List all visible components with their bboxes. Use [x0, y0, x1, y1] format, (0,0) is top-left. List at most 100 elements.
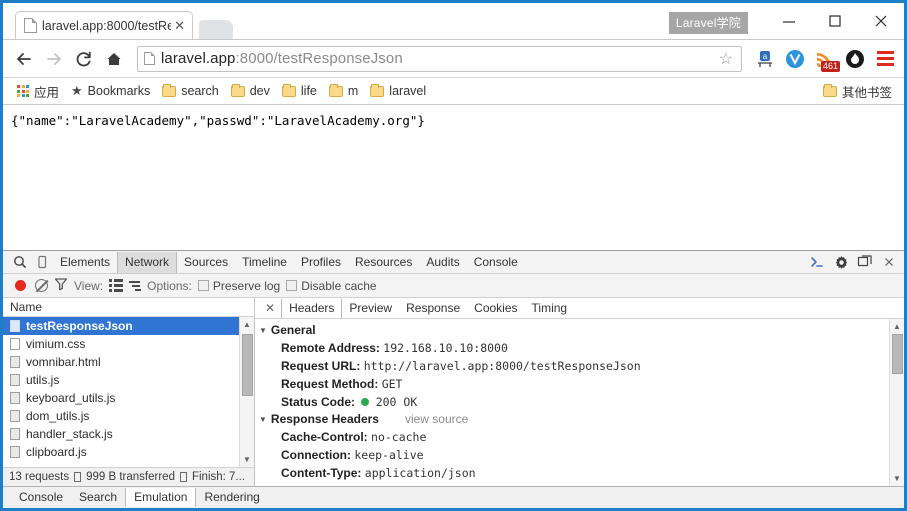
devtools-tab-resources[interactable]: Resources — [348, 252, 419, 273]
tab-close-icon[interactable]: ✕ — [171, 19, 188, 32]
options-label: Options: — [147, 278, 192, 293]
response-headers-section-header[interactable]: ▼ Response Headers view source — [259, 411, 889, 428]
bookmark-item-search[interactable]: search — [156, 82, 225, 100]
forward-icon[interactable] — [39, 44, 69, 74]
devtools-close-icon[interactable] — [878, 252, 900, 273]
clear-requests-icon[interactable] — [35, 279, 48, 292]
bookmark-star-icon[interactable]: ☆ — [715, 49, 737, 69]
vimium-extension-icon[interactable] — [782, 46, 808, 72]
inspect-element-icon[interactable] — [9, 252, 31, 273]
checkbox-icon — [286, 280, 298, 291]
devtools-settings-gear-icon[interactable] — [830, 252, 852, 273]
browser-toolbar: laravel.app:8000/testResponseJson ☆ a 46… — [3, 39, 904, 77]
network-summary-bar: 13 requests 999 B transferred Finish: 7.… — [3, 467, 254, 486]
details-tab-timing[interactable]: Timing — [525, 299, 575, 318]
devtools-tab-timeline[interactable]: Timeline — [235, 252, 294, 273]
preserve-log-checkbox[interactable]: Preserve log — [197, 279, 280, 293]
request-name: keyboard_utils.js — [26, 391, 116, 405]
status-ok-dot-icon — [361, 398, 370, 406]
device-mode-icon[interactable] — [31, 252, 53, 273]
dictionary-extension-icon[interactable]: a — [752, 46, 778, 72]
devtools-tab-profiles[interactable]: Profiles — [294, 252, 348, 273]
scrollbar-thumb[interactable] — [891, 334, 903, 374]
rss-extension-icon[interactable]: 461 — [812, 46, 840, 72]
drawer-tab-console[interactable]: Console — [11, 488, 71, 507]
scrollbar-track[interactable] — [240, 332, 255, 452]
table-row[interactable]: handler_stack.js — [3, 425, 239, 443]
view-list-icon[interactable] — [109, 279, 124, 292]
network-column-header-name[interactable]: Name — [3, 298, 254, 317]
devtools-tab-elements[interactable]: Elements — [53, 252, 117, 273]
headers-content: ▼ General Remote Address: 192.168.10.10:… — [255, 319, 889, 486]
table-row[interactable]: vomnibar.html — [3, 353, 239, 371]
apps-shortcut[interactable]: 应用 — [11, 80, 65, 103]
toggle-console-icon[interactable] — [806, 252, 828, 273]
maximize-button[interactable] — [812, 6, 858, 36]
record-button-icon[interactable] — [15, 280, 26, 291]
bookmark-item-bookmarks[interactable]: ★ Bookmarks — [65, 81, 156, 101]
devtools-tab-audits[interactable]: Audits — [419, 252, 466, 273]
scroll-up-icon[interactable]: ▲ — [890, 319, 905, 334]
drawer-tab-emulation[interactable]: Emulation — [125, 488, 197, 507]
table-row[interactable]: clipboard.js — [3, 443, 239, 461]
back-icon[interactable] — [9, 44, 39, 74]
scroll-up-icon[interactable]: ▲ — [240, 317, 255, 332]
header-value: 192.168.10.10:8000 — [383, 341, 508, 355]
bookmark-item-life[interactable]: life — [276, 82, 323, 100]
disable-cache-checkbox[interactable]: Disable cache — [286, 279, 377, 293]
browser-tab[interactable]: laravel.app:8000/testRe: ✕ — [15, 11, 193, 39]
bookmarks-bar: 应用 ★ Bookmarks search dev life m laravel — [3, 77, 904, 105]
general-section-header[interactable]: ▼ General — [259, 322, 889, 339]
other-bookmarks-button[interactable]: 其他书签 — [817, 80, 898, 103]
scroll-down-icon[interactable]: ▼ — [890, 471, 905, 486]
chrome-menu-icon[interactable] — [872, 46, 898, 72]
home-icon[interactable] — [99, 44, 129, 74]
request-name: testResponseJson — [26, 319, 133, 333]
devtools-drawer-tabbar: Console Search Emulation Rendering — [3, 486, 904, 508]
close-button[interactable] — [858, 6, 904, 36]
table-row[interactable]: testResponseJson — [3, 317, 239, 335]
devtools-tab-sources[interactable]: Sources — [177, 252, 235, 273]
bookmark-item-laravel[interactable]: laravel — [364, 82, 432, 100]
details-tab-headers[interactable]: Headers — [281, 298, 343, 318]
folder-icon — [370, 83, 385, 97]
finish-time: Finish: 7... — [191, 471, 246, 483]
table-row[interactable]: utils.js — [3, 371, 239, 389]
chevron-down-icon: ▼ — [259, 414, 267, 424]
view-source-link[interactable]: view source — [405, 412, 468, 426]
view-waterfall-icon[interactable] — [129, 280, 142, 291]
devtools-tab-network[interactable]: Network — [117, 251, 178, 273]
bookmark-item-m[interactable]: m — [323, 82, 364, 100]
extension-badge[interactable]: Laravel学院 — [668, 11, 748, 34]
request-count: 13 requests — [9, 471, 70, 483]
details-tab-response[interactable]: Response — [399, 299, 467, 318]
reload-icon[interactable] — [69, 44, 99, 74]
devtools-tabbar: Elements Network Sources Timeline Profil… — [3, 251, 904, 274]
dock-position-icon[interactable] — [854, 252, 876, 273]
details-scrollbar[interactable]: ▲ ▼ — [889, 319, 904, 486]
table-row[interactable]: vimium.css — [3, 335, 239, 353]
drawer-tab-search[interactable]: Search — [71, 488, 125, 507]
network-list-scrollbar[interactable]: ▲ ▼ — [239, 317, 254, 467]
drawer-tab-rendering[interactable]: Rendering — [196, 488, 267, 507]
scroll-down-icon[interactable]: ▼ — [240, 452, 255, 467]
minimize-button[interactable] — [766, 6, 812, 36]
scrollbar-thumb[interactable] — [241, 334, 253, 396]
bookmark-label: Bookmarks — [87, 84, 151, 98]
header-value: application/json — [364, 466, 476, 480]
new-tab-button[interactable] — [198, 20, 234, 39]
separator-glyph — [74, 472, 82, 482]
table-row[interactable]: dom_utils.js — [3, 407, 239, 425]
details-tab-cookies[interactable]: Cookies — [467, 299, 524, 318]
address-bar[interactable]: laravel.app:8000/testResponseJson ☆ — [137, 45, 742, 72]
devtools-tab-console[interactable]: Console — [467, 252, 525, 273]
bookmark-item-dev[interactable]: dev — [225, 82, 276, 100]
details-close-icon[interactable]: ✕ — [259, 301, 281, 315]
filter-icon[interactable] — [54, 277, 68, 294]
omnibox-favicon-icon — [144, 52, 155, 65]
apps-label: 应用 — [34, 85, 60, 100]
flame-extension-icon[interactable] — [842, 46, 868, 72]
scrollbar-track[interactable] — [890, 334, 905, 471]
details-tab-preview[interactable]: Preview — [342, 299, 399, 318]
table-row[interactable]: keyboard_utils.js — [3, 389, 239, 407]
